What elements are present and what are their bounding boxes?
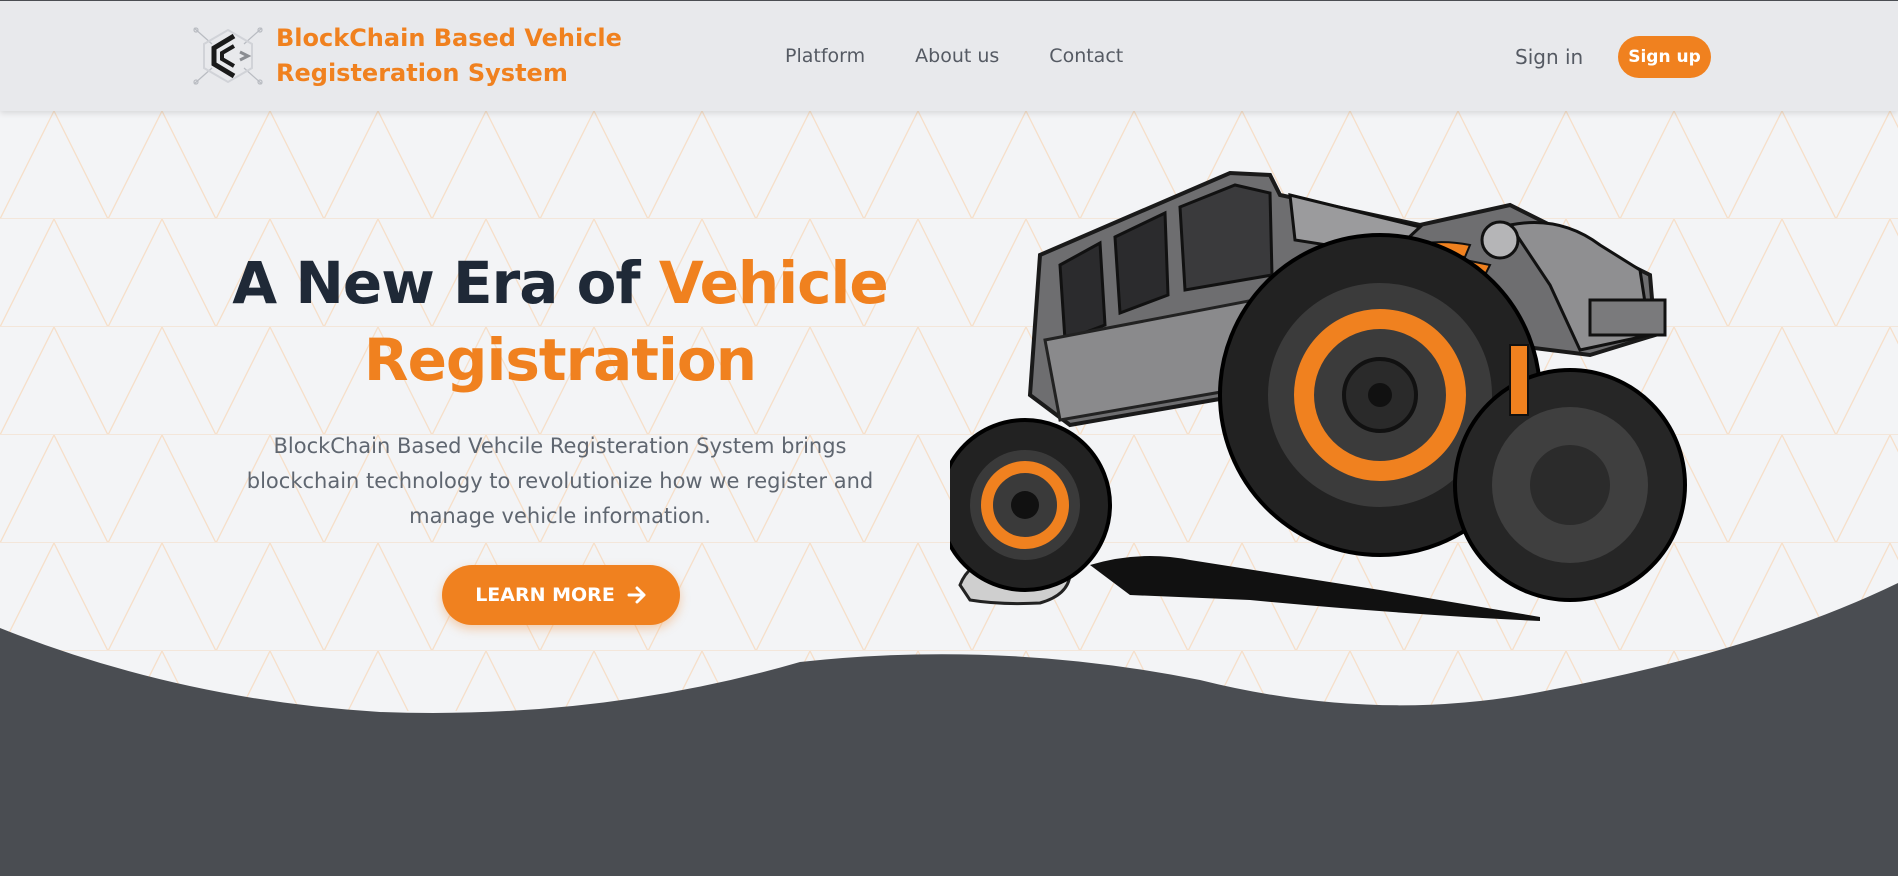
sign-in-link[interactable]: Sign in (1515, 45, 1583, 69)
hero-section: A New Era of Vehicle Registration BlockC… (200, 245, 920, 534)
blockchain-logo-icon (193, 27, 263, 85)
brand-line-1: BlockChain Based Vehicle (276, 24, 622, 52)
nav-platform[interactable]: Platform (785, 45, 865, 67)
hero-description: BlockChain Based Vehcile Registeration S… (246, 434, 874, 528)
sign-up-button[interactable]: Sign up (1618, 36, 1711, 78)
main-nav: Platform About us Contact (785, 45, 1123, 67)
nav-contact[interactable]: Contact (1049, 45, 1123, 67)
nav-about-us[interactable]: About us (915, 45, 999, 67)
hero-title-accent-2: Registration (363, 326, 757, 394)
brand-name: BlockChain Based Vehicle Registeration S… (276, 21, 622, 91)
brand-line-2: Registeration System (276, 59, 568, 87)
brand-link[interactable]: BlockChain Based Vehicle Registeration S… (190, 21, 622, 91)
site-header: BlockChain Based Vehicle Registeration S… (0, 0, 1898, 111)
off-road-jeep-illustration (950, 170, 1687, 621)
footer-wave (0, 583, 1898, 876)
hero-title: A New Era of Vehicle Registration (200, 245, 920, 399)
hero-title-part1: A New Era of (232, 249, 659, 317)
hero-title-accent-1: Vehicle (658, 249, 889, 317)
